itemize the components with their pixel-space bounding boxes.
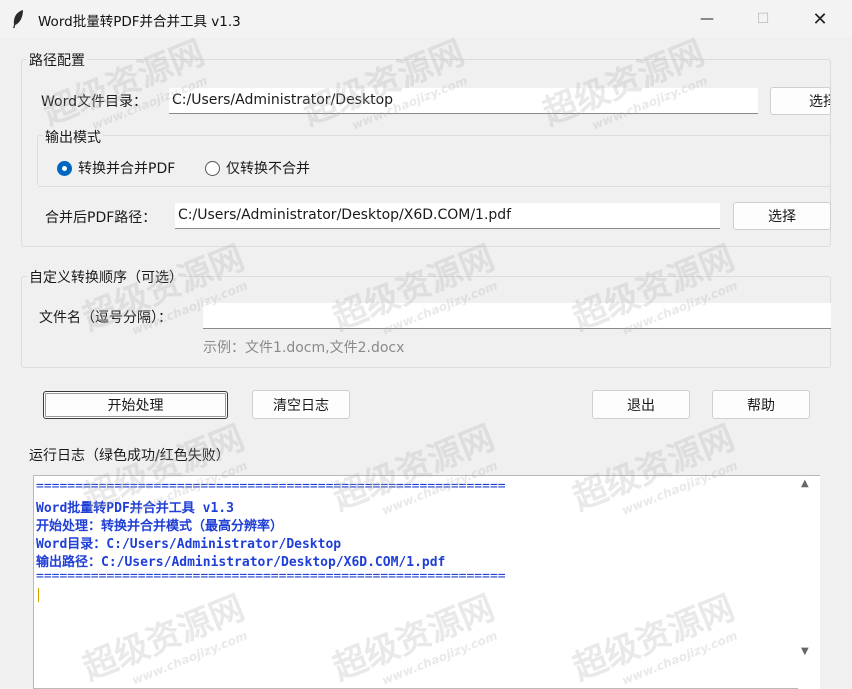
radio-selected-icon	[57, 160, 72, 176]
log-scrollbar[interactable]	[798, 476, 820, 689]
close-button[interactable]: ✕	[797, 0, 843, 38]
merge-mode-radio[interactable]: 转换并合并PDF	[57, 158, 175, 178]
log-line: 输出路径：C:/Users/Administrator/Desktop/X6D.…	[36, 555, 446, 570]
help-button[interactable]: 帮助	[712, 390, 810, 419]
scroll-up-arrow-icon[interactable]: ▲	[801, 478, 809, 489]
merged-path-input[interactable]: C:/Users/Administrator/Desktop/X6D.COM/1…	[175, 203, 720, 229]
log-label: 运行日志（绿色成功/红色失败）	[29, 448, 230, 464]
start-button[interactable]: 开始处理	[43, 391, 228, 419]
output-mode-label: 输出模式	[43, 127, 103, 147]
log-line: 开始处理：转换并合并模式（最高分辨率）	[36, 519, 284, 534]
maximize-button[interactable]: ☐	[740, 0, 786, 38]
window-title: Word批量转PDF并合并工具 v1.3	[38, 14, 241, 30]
exit-button[interactable]: 退出	[592, 390, 690, 419]
filename-input[interactable]	[203, 303, 831, 329]
merge-mode-label: 转换并合并PDF	[78, 161, 176, 177]
title-bar: Word批量转PDF并合并工具 v1.3 — ☐ ✕	[0, 0, 852, 38]
radio-unselected-icon	[205, 160, 220, 176]
filename-example: 示例：文件1.docm,文件2.docx	[203, 340, 405, 356]
log-textarea[interactable]: ========================================…	[33, 475, 820, 689]
path-config-group-label: 路径配置	[27, 50, 87, 70]
feather-icon	[13, 10, 23, 28]
select-word-dir-button[interactable]: 选择	[770, 87, 831, 115]
filename-label: 文件名（逗号分隔）：	[39, 310, 172, 326]
select-merged-path-button[interactable]: 选择	[733, 202, 831, 230]
convert-only-label: 仅转换不合并	[226, 161, 310, 177]
log-line: ========================================…	[36, 479, 506, 494]
merged-path-label: 合并后PDF路径：	[45, 210, 157, 226]
convert-only-radio[interactable]: 仅转换不合并	[205, 158, 310, 178]
custom-order-group-label: 自定义转换顺序（可选）	[27, 267, 185, 287]
word-dir-input[interactable]: C:/Users/Administrator/Desktop	[169, 88, 758, 114]
log-line: Word批量转PDF并合并工具 v1.3	[36, 501, 234, 516]
word-dir-label: Word文件目录：	[41, 94, 147, 110]
text-cursor	[38, 588, 39, 602]
log-line: Word目录：C:/Users/Administrator/Desktop	[36, 537, 342, 552]
scroll-down-arrow-icon[interactable]: ▼	[801, 646, 809, 657]
clear-log-button[interactable]: 清空日志	[252, 390, 350, 419]
log-line: ========================================…	[36, 569, 506, 584]
minimize-button[interactable]: —	[684, 0, 730, 38]
